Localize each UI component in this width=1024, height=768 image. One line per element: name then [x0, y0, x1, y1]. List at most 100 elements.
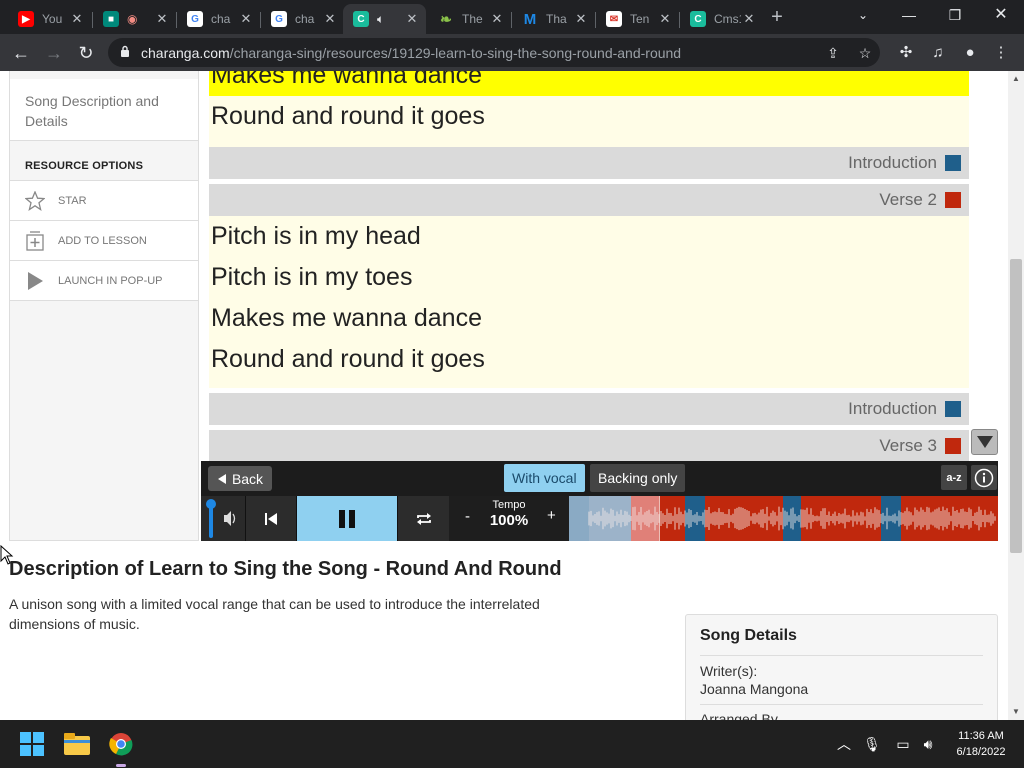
address-bar[interactable]: charanga.com/charanga-sing/resources/191…	[108, 38, 880, 67]
page-scrollbar[interactable]: ▲ ▼	[1008, 71, 1024, 720]
extensions-icon[interactable]: ✣	[895, 42, 917, 64]
scroll-up-arrow[interactable]: ▲	[1008, 71, 1024, 87]
menu-kebab-icon[interactable]: ⋮	[990, 42, 1012, 64]
windows-taskbar: ︿ 🎙︎ ▭ 🔊︎ 11:36 AM 6/18/2022	[0, 720, 1024, 768]
minimize-button[interactable]: —	[886, 0, 932, 30]
info-button[interactable]	[971, 465, 997, 490]
lyric-line: Pitch is in my toes	[209, 257, 969, 298]
close-tab-icon[interactable]: ✕	[154, 11, 170, 27]
google-icon: G	[271, 11, 287, 27]
browser-tab-gmail[interactable]: ✉ Ten ✕	[596, 4, 679, 34]
maximize-button[interactable]: ❐	[932, 0, 978, 30]
section-color-marker	[945, 401, 961, 417]
section-header-introduction[interactable]: Introduction	[209, 393, 969, 425]
clock-time: 11:36 AM	[958, 730, 1004, 742]
google-icon: G	[187, 11, 203, 27]
triangle-left-icon	[217, 473, 226, 484]
player-back-button[interactable]: Back	[208, 466, 272, 491]
add-to-lesson-icon	[24, 230, 46, 252]
tab-title: Tha	[546, 12, 567, 26]
browser-tab-leaf[interactable]: ❧ The ✕	[428, 4, 511, 34]
browser-tab-google-1[interactable]: G cha ✕	[177, 4, 260, 34]
tab-title: cha	[295, 12, 315, 26]
show-hidden-icons-icon[interactable]: ︿	[834, 734, 854, 754]
with-vocal-button[interactable]: With vocal	[504, 464, 585, 492]
tab-title: Cms1 Y	[714, 12, 741, 26]
lyrics-panel: Makes me wanna dance Round and round it …	[209, 71, 969, 462]
resource-options-heading: RESOURCE OPTIONS	[25, 160, 144, 172]
browser-tab-m[interactable]: M Tha ✕	[512, 4, 595, 34]
chrome-icon[interactable]	[105, 728, 137, 760]
profile-icon[interactable]: ●	[959, 42, 981, 64]
close-window-button[interactable]: ✕	[978, 0, 1024, 30]
loop-button[interactable]	[397, 496, 449, 541]
close-tab-icon[interactable]: ✕	[404, 11, 420, 27]
song-details-box: Song Details Writer(s): Joanna Mangona A…	[685, 614, 998, 720]
star-option[interactable]: STAR	[10, 180, 198, 220]
tab-title: You	[42, 12, 63, 26]
mouse-cursor-icon	[0, 545, 14, 565]
close-tab-icon[interactable]: ✕	[69, 11, 85, 27]
song-waveform-timeline[interactable]	[569, 496, 998, 541]
clock-date: 6/18/2022	[956, 746, 1006, 758]
url-text: charanga.com/charanga-sing/resources/191…	[141, 45, 682, 61]
new-tab-button[interactable]: +	[766, 6, 788, 28]
section-header-verse-2[interactable]: Verse 2	[209, 184, 969, 216]
launch-popup-option[interactable]: LAUNCH IN POP-UP	[10, 260, 198, 301]
repeat-icon	[416, 512, 431, 525]
add-to-lesson-label: ADD TO LESSON	[58, 234, 147, 247]
close-tab-icon[interactable]: ✕	[489, 11, 505, 27]
charanga-icon: C	[690, 11, 706, 27]
bookmark-star-icon[interactable]: ☆	[857, 45, 873, 61]
system-clock[interactable]: 11:36 AM 6/18/2022	[944, 728, 1018, 760]
microphone-icon[interactable]: 🎙︎	[862, 734, 882, 754]
close-tab-icon[interactable]: ✕	[573, 11, 589, 27]
file-explorer-icon[interactable]	[61, 728, 93, 760]
star-icon	[24, 190, 46, 212]
scrollbar-thumb[interactable]	[1010, 259, 1022, 553]
network-icon[interactable]: ▭	[893, 734, 913, 754]
back-arrow-icon[interactable]: ←	[8, 40, 34, 66]
windows-start-icon[interactable]	[16, 728, 48, 760]
section-color-marker	[945, 192, 961, 208]
section-header-verse-3[interactable]: Verse 3	[209, 430, 969, 462]
browser-tab-cms1[interactable]: C Cms1 Y ✕	[680, 4, 763, 34]
browser-tab-charanga-active[interactable]: C 🔈︎ ✕	[343, 4, 426, 34]
section-label: Introduction	[848, 399, 937, 418]
forward-arrow-icon[interactable]: →	[41, 40, 67, 66]
active-app-indicator	[116, 764, 126, 767]
scroll-down-button[interactable]	[971, 429, 998, 455]
browser-tab-youtube[interactable]: ▶ You ✕	[8, 4, 91, 34]
song-description-link[interactable]: Song Description and Details	[10, 79, 198, 141]
scroll-down-arrow[interactable]: ▼	[1008, 704, 1024, 720]
close-tab-icon[interactable]: ✕	[238, 11, 254, 27]
a-z-button[interactable]: a-z	[941, 465, 967, 490]
close-tab-icon[interactable]: ✕	[322, 11, 338, 27]
lyric-line: Makes me wanna dance	[209, 298, 969, 339]
page-content: Song Description and Details RESOURCE OP…	[0, 71, 1008, 720]
tempo-increase-button[interactable]: +	[547, 507, 556, 524]
backing-only-button[interactable]: Backing only	[590, 464, 686, 492]
tab-search-icon[interactable]: ⌄	[840, 0, 886, 30]
media-control-icon[interactable]: ♫	[927, 42, 949, 64]
skip-back-icon	[265, 512, 277, 525]
browser-tab-meet[interactable]: ■ ◉ ✕	[93, 4, 176, 34]
lyric-line: Pitch is in my head	[209, 216, 969, 257]
lock-icon	[121, 45, 129, 57]
section-color-marker	[945, 438, 961, 454]
previous-button[interactable]	[245, 496, 296, 541]
share-icon[interactable]: ⇪	[825, 45, 841, 61]
volume-icon[interactable]: 🔊︎	[918, 734, 938, 754]
section-header-introduction[interactable]: Introduction	[209, 147, 969, 179]
volume-control[interactable]	[201, 496, 245, 541]
arranged-by-label: Arranged By	[700, 711, 778, 720]
volume-slider[interactable]	[201, 496, 245, 541]
star-label: STAR	[58, 194, 87, 207]
close-tab-icon[interactable]: ✕	[657, 11, 673, 27]
play-pause-button[interactable]	[296, 496, 397, 541]
close-tab-icon[interactable]: ✕	[741, 11, 757, 27]
reload-icon[interactable]: ↻	[73, 40, 99, 66]
browser-tab-google-2[interactable]: G cha ✕	[261, 4, 344, 34]
add-to-lesson-option[interactable]: ADD TO LESSON	[10, 220, 198, 260]
lyric-line: Round and round it goes	[209, 96, 969, 137]
